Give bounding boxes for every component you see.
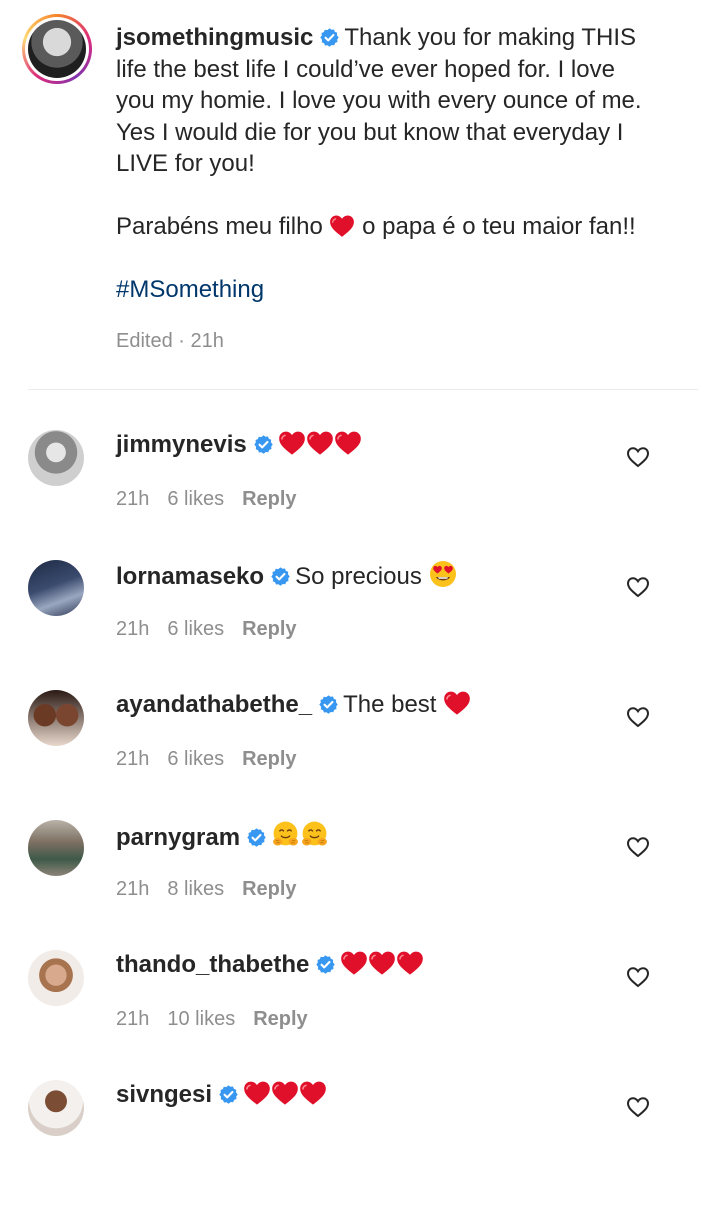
avatar-photo (28, 20, 86, 78)
reply-button[interactable]: Reply (242, 618, 296, 640)
caption-paragraph-2: Parabéns meu filho o papa é o teu maior … (116, 211, 676, 243)
caption-paragraph-1: jsomethingmusic Thank you for making THIS… (116, 22, 676, 180)
comment-text-line: jimmynevis (116, 430, 362, 460)
reply-button[interactable]: Reply (242, 748, 296, 770)
red-heart-emoji-icon (329, 214, 355, 238)
comment-username[interactable]: parnygram (116, 824, 240, 851)
caption-line: Thank you for making THIS (344, 24, 637, 51)
caption-line: life the best life I could’ve ever hoped… (116, 55, 615, 83)
comment-item: lornamaseko So precious 21h 6 likes Reply (0, 560, 720, 690)
caption-paragraph-3: #MSomething (116, 274, 676, 306)
comment-time: 21h (116, 618, 150, 640)
verified-badge-icon (253, 434, 274, 455)
red-heart-emoji-icon (443, 690, 471, 716)
comment-likes[interactable]: 6 likes (167, 488, 224, 510)
like-heart-icon[interactable] (626, 576, 650, 598)
comment-text-line: parnygram (116, 820, 329, 853)
like-heart-icon[interactable] (626, 446, 650, 468)
verified-badge-icon (318, 694, 339, 715)
caption-portuguese-start: Parabéns meu filho (116, 213, 323, 240)
comment-item: ayandathabethe_ The best 21h 6 likes Reply (0, 690, 720, 820)
comment-item: sivngesi (0, 1080, 720, 1210)
avatar[interactable] (28, 690, 84, 746)
post-author-username[interactable]: jsomethingmusic (116, 24, 313, 51)
comment-username[interactable]: sivngesi (116, 1081, 212, 1108)
avatar[interactable] (28, 560, 84, 616)
comment-text: So precious (295, 563, 422, 590)
comment-item: parnygram 21h 8 likes Reply (0, 820, 720, 950)
heart-eyes-emoji-icon (429, 560, 457, 588)
reply-button[interactable]: Reply (253, 1008, 307, 1030)
comment-meta: 21h 6 likes Reply (116, 618, 315, 641)
comment-text: The best (343, 691, 437, 718)
comment-time: 21h (116, 748, 150, 770)
like-heart-icon[interactable] (626, 836, 650, 858)
reply-button[interactable]: Reply (242, 878, 296, 900)
verified-badge-icon (319, 27, 340, 48)
comment-item: jimmynevis 21h 6 likes Reply (0, 430, 720, 560)
hugging-face-emoji-icon (271, 824, 329, 851)
comment-meta: 21h 10 likes Reply (116, 1008, 326, 1031)
comment-text-line: thando_thabethe (116, 950, 424, 980)
comment-likes[interactable]: 10 likes (167, 1008, 235, 1030)
comment-username[interactable]: jimmynevis (116, 431, 247, 458)
avatar[interactable] (28, 430, 84, 486)
comment-time: 21h (116, 878, 150, 900)
post-author-avatar[interactable] (22, 14, 92, 84)
caption-portuguese-end: o papa é o teu maior fan!! (362, 213, 636, 240)
comment-meta: 21h 6 likes Reply (116, 748, 315, 771)
comment-text-line: ayandathabethe_ The best (116, 690, 471, 720)
reply-button[interactable]: Reply (242, 488, 296, 510)
hashtag-link[interactable]: #MSomething (116, 276, 264, 303)
comment-meta: 21h 8 likes Reply (116, 878, 315, 901)
avatar[interactable] (28, 1080, 84, 1136)
comment-meta: 21h 6 likes Reply (116, 488, 315, 511)
like-heart-icon[interactable] (626, 966, 650, 988)
caption-line: Yes I would die for you but know that ev… (116, 118, 624, 146)
like-heart-icon[interactable] (626, 706, 650, 728)
verified-badge-icon (315, 954, 336, 975)
avatar[interactable] (28, 820, 84, 876)
post-caption: jsomethingmusic Thank you for making THIS… (116, 22, 676, 306)
caption-line: you my homie. I love you with every ounc… (116, 87, 642, 114)
comment-likes[interactable]: 8 likes (167, 878, 224, 900)
comment-likes[interactable]: 6 likes (167, 618, 224, 640)
red-hearts-emoji-icon (278, 431, 362, 458)
avatar[interactable] (28, 950, 84, 1006)
comment-username[interactable]: lornamaseko (116, 563, 264, 590)
like-heart-icon[interactable] (626, 1096, 650, 1118)
comment-item: thando_thabethe 21h 10 likes Reply (0, 950, 720, 1080)
comment-text-line: sivngesi (116, 1080, 327, 1110)
verified-badge-icon (218, 1084, 239, 1105)
verified-badge-icon (270, 566, 291, 587)
verified-badge-icon (246, 827, 267, 848)
comment-username[interactable]: ayandathabethe_ (116, 691, 312, 718)
divider (28, 389, 698, 390)
post-meta: Edited · 21h (116, 330, 224, 352)
red-hearts-emoji-icon (243, 1081, 327, 1108)
red-hearts-emoji-icon (340, 951, 424, 978)
caption-line: LIVE for you! (116, 150, 255, 177)
comment-text-line: lornamaseko So precious (116, 560, 457, 592)
comment-likes[interactable]: 6 likes (167, 748, 224, 770)
comment-time: 21h (116, 1008, 150, 1030)
comment-username[interactable]: thando_thabethe (116, 951, 309, 978)
comment-time: 21h (116, 488, 150, 510)
